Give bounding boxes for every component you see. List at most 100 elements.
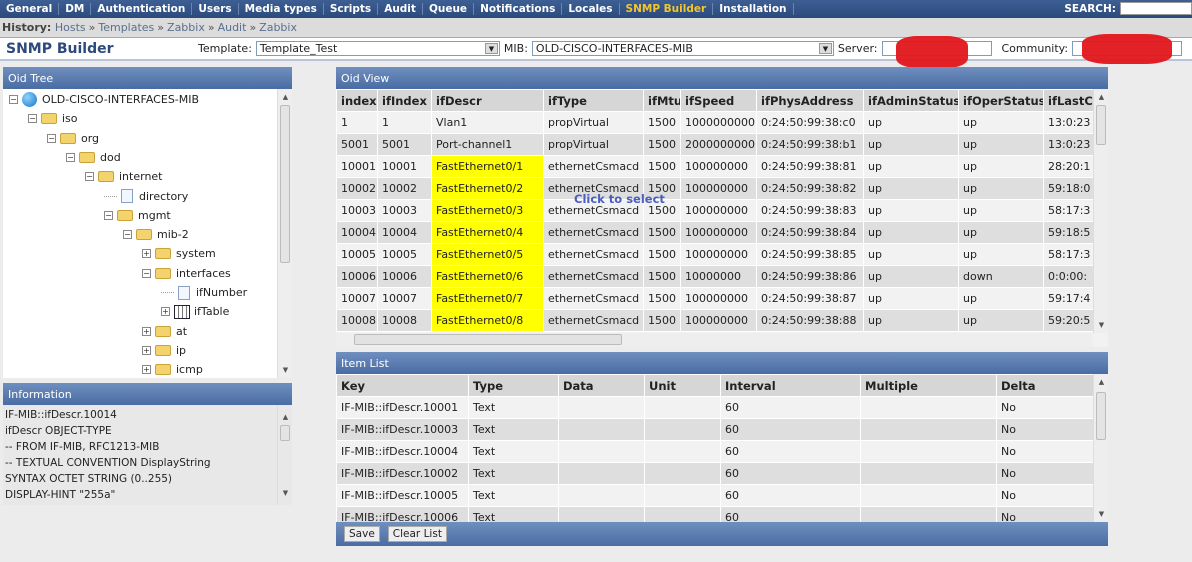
tree-node[interactable]: − org	[47, 129, 99, 148]
table-cell[interactable]: up	[958, 199, 1044, 222]
table-cell[interactable]: ethernetCsmacd	[543, 221, 644, 244]
search-input[interactable]	[1120, 2, 1192, 15]
table-row[interactable]: IF-MIB::ifDescr.10004 Text 60 No	[336, 440, 1094, 463]
table-cell[interactable]: 1500	[643, 133, 681, 156]
table-cell[interactable]: ethernetCsmacd	[543, 243, 644, 266]
table-cell[interactable]: 10000000	[680, 265, 757, 288]
table-cell[interactable]: 10006	[377, 265, 432, 288]
table-cell[interactable]: 1500	[643, 243, 681, 266]
table-cell[interactable]: 10001	[336, 155, 378, 178]
table-cell[interactable]: 5001	[377, 133, 432, 156]
table-cell[interactable]: 59:20:5	[1043, 309, 1094, 332]
expand-icon[interactable]: +	[142, 345, 151, 355]
table-cell[interactable]: 10005	[377, 243, 432, 266]
table-cell[interactable]: up	[863, 177, 959, 200]
tree-node[interactable]: + at	[142, 322, 187, 341]
column-header[interactable]: ifAdminStatus	[863, 89, 959, 112]
table-cell[interactable]: FastEthernet0/6	[431, 265, 544, 288]
tree-node[interactable]: − iso	[28, 109, 78, 128]
table-cell[interactable]: 5001	[336, 133, 378, 156]
nav-item-dm[interactable]: DM	[59, 3, 92, 15]
info-scrollbar[interactable]: ▲ ▼	[277, 405, 292, 505]
table-cell[interactable]: up	[958, 133, 1044, 156]
table-cell[interactable]: 10007	[377, 287, 432, 310]
nav-item-installation[interactable]: Installation	[713, 3, 794, 15]
table-cell[interactable]: up	[863, 111, 959, 134]
tree-node[interactable]: + icmp	[142, 360, 203, 378]
table-cell[interactable]: 0:24:50:99:38:82	[756, 177, 864, 200]
table-cell[interactable]: up	[958, 287, 1044, 310]
column-header[interactable]: ifIndex	[377, 89, 432, 112]
table-cell[interactable]: 1500	[643, 155, 681, 178]
tree-node[interactable]: − internet	[85, 167, 163, 186]
table-cell[interactable]: 10004	[336, 221, 378, 244]
tree-node[interactable]: − OLD-CISCO-INTERFACES-MIB	[9, 90, 199, 109]
table-cell[interactable]: up	[863, 287, 959, 310]
table-cell[interactable]: 59:17:4	[1043, 287, 1094, 310]
clear-list-button[interactable]: Clear List	[387, 526, 447, 542]
column-header[interactable]: ifPhysAddress	[756, 89, 864, 112]
table-row[interactable]: IF-MIB::ifDescr.10001 Text 60 No	[336, 396, 1094, 419]
table-cell[interactable]: propVirtual	[543, 133, 644, 156]
table-row[interactable]: IF-MIB::ifDescr.10002 Text 60 No	[336, 462, 1094, 485]
tree-node[interactable]: − dod	[66, 148, 121, 167]
table-cell[interactable]: 0:24:50:99:38:86	[756, 265, 864, 288]
oid-view-vscroll[interactable]: ▲ ▼	[1093, 89, 1108, 333]
table-cell[interactable]: 0:24:50:99:38:c0	[756, 111, 864, 134]
table-cell[interactable]: up	[863, 243, 959, 266]
table-cell[interactable]: up	[863, 199, 959, 222]
table-cell[interactable]: 59:18:5	[1043, 221, 1094, 244]
table-cell[interactable]: FastEthernet0/7	[431, 287, 544, 310]
table-cell[interactable]: 58:17:3	[1043, 199, 1094, 222]
expand-icon[interactable]: +	[142, 326, 151, 336]
item-list-vscroll[interactable]: ▲ ▼	[1093, 374, 1108, 522]
table-row[interactable]: 10008 10008 FastEthernet0/8 ethernetCsmacd 1…	[336, 309, 1094, 332]
table-cell[interactable]: 10003	[377, 199, 432, 222]
table-cell[interactable]: 100000000	[680, 287, 757, 310]
table-cell[interactable]: up	[958, 111, 1044, 134]
table-cell[interactable]: 1500	[643, 287, 681, 310]
table-row[interactable]: IF-MIB::ifDescr.10006 Text 60 No	[336, 506, 1094, 522]
tree-node[interactable]: + ifTable	[161, 302, 229, 321]
tree-node[interactable]: − mib-2	[123, 225, 189, 244]
table-cell[interactable]: 1	[336, 111, 378, 134]
table-cell[interactable]: 13:0:23	[1043, 111, 1094, 134]
tree-node[interactable]: − mgmt	[104, 206, 171, 225]
collapse-icon[interactable]: −	[123, 230, 132, 240]
nav-item-locales[interactable]: Locales	[562, 3, 620, 15]
table-cell[interactable]: 0:24:50:99:38:84	[756, 221, 864, 244]
breadcrumb-link[interactable]: Zabbix	[259, 21, 297, 34]
table-cell[interactable]: up	[863, 265, 959, 288]
save-button[interactable]: Save	[344, 526, 380, 542]
table-cell[interactable]: 1	[377, 111, 432, 134]
breadcrumb-link[interactable]: Hosts	[55, 21, 86, 34]
nav-item-scripts[interactable]: Scripts	[324, 3, 379, 15]
collapse-icon[interactable]: −	[47, 133, 56, 143]
table-cell[interactable]: 0:0:00:	[1043, 265, 1094, 288]
tree-node[interactable]: − interfaces	[142, 264, 231, 283]
table-row[interactable]: 10007 10007 FastEthernet0/7 ethernetCsmacd 1…	[336, 287, 1094, 310]
collapse-icon[interactable]: −	[28, 114, 37, 124]
table-cell[interactable]: FastEthernet0/4	[431, 221, 544, 244]
nav-item-authentication[interactable]: Authentication	[91, 3, 193, 15]
table-cell[interactable]: 59:18:0	[1043, 177, 1094, 200]
table-row[interactable]: 10002 10002 FastEthernet0/2 ethernetCsmacd 1…	[336, 177, 1094, 200]
table-cell[interactable]: 0:24:50:99:38:83	[756, 199, 864, 222]
table-cell[interactable]: 10004	[377, 221, 432, 244]
table-cell[interactable]: ethernetCsmacd	[543, 265, 644, 288]
table-cell[interactable]: 10005	[336, 243, 378, 266]
tree-scrollbar[interactable]: ▲ ▼	[277, 89, 292, 378]
expand-icon[interactable]: +	[142, 365, 151, 375]
column-header[interactable]: ifSpeed	[680, 89, 757, 112]
table-cell[interactable]: 10001	[377, 155, 432, 178]
collapse-icon[interactable]: −	[66, 152, 75, 162]
table-cell[interactable]: FastEthernet0/8	[431, 309, 544, 332]
table-cell[interactable]: 0:24:50:99:38:81	[756, 155, 864, 178]
table-cell[interactable]: 28:20:1	[1043, 155, 1094, 178]
table-cell[interactable]: 100000000	[680, 155, 757, 178]
table-cell[interactable]: 0:24:50:99:38:85	[756, 243, 864, 266]
table-row[interactable]: 10006 10006 FastEthernet0/6 ethernetCsmacd 1…	[336, 265, 1094, 288]
table-cell[interactable]: 100000000	[680, 199, 757, 222]
table-cell[interactable]: 10006	[336, 265, 378, 288]
nav-item-notifications[interactable]: Notifications	[474, 3, 563, 15]
